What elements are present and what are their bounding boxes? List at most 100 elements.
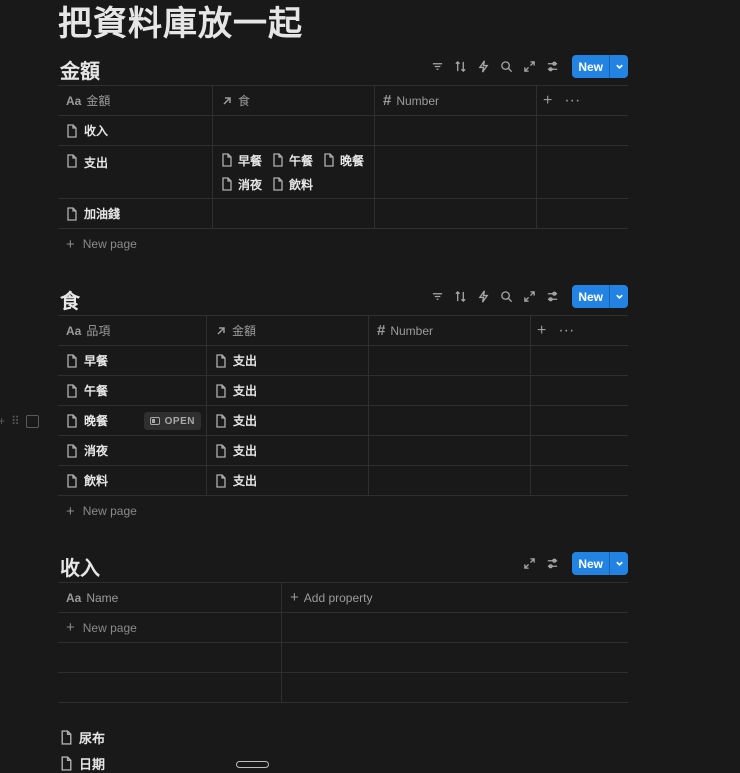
new-page-button[interactable]: + New page [58, 613, 282, 642]
number-cell[interactable] [375, 199, 537, 228]
relation-chip[interactable]: 支出 [233, 472, 257, 489]
scroll-indicator[interactable] [236, 761, 269, 768]
table-row[interactable]: 消夜 支出 [58, 436, 628, 466]
chevron-down-icon[interactable] [610, 552, 628, 575]
drag-handle-icon[interactable]: ⠿ [11, 414, 20, 428]
page-icon [215, 353, 227, 368]
sort-icon[interactable] [449, 285, 472, 308]
table-row-hovered[interactable]: + ⠿ 晚餐 OPEN 支出 [0, 406, 628, 436]
number-cell[interactable] [369, 436, 531, 465]
column-header-relation[interactable]: 金額 [207, 316, 369, 345]
relation-cell[interactable]: 支出 [207, 346, 369, 375]
number-cell[interactable] [375, 146, 537, 198]
relation-chip[interactable]: 早餐 [221, 152, 262, 169]
page-icon [215, 443, 227, 458]
table-row[interactable]: 收入 [58, 116, 628, 146]
add-column-icon[interactable]: + [537, 322, 546, 340]
subpage-link[interactable]: 日期 [60, 754, 105, 773]
relation-chip[interactable]: 支出 [233, 412, 257, 429]
add-column-icon[interactable]: + [543, 92, 552, 110]
new-page-label: New page [82, 237, 137, 251]
table-row[interactable]: 飲料 支出 [58, 466, 628, 496]
number-cell[interactable] [369, 466, 531, 495]
sliders-icon[interactable] [541, 552, 564, 575]
column-header-number[interactable]: # Number [369, 316, 531, 345]
column-label: Number [396, 93, 440, 108]
column-header-title[interactable]: Aa 金額 [58, 86, 213, 115]
more-icon[interactable]: ··· [558, 322, 574, 340]
title-cell[interactable]: 消夜 [58, 436, 207, 465]
db-title[interactable]: 食 [60, 285, 80, 314]
relation-cell[interactable]: 早餐 午餐 晚餐 消夜 飲料 [213, 146, 375, 198]
column-header-title[interactable]: Aa 品項 [58, 316, 207, 345]
sliders-icon[interactable] [541, 285, 564, 308]
add-property-button[interactable]: + Add property [282, 583, 628, 612]
add-row-icon[interactable]: + [0, 414, 5, 428]
sort-icon[interactable] [449, 55, 472, 78]
table-row[interactable]: 加油錢 [58, 199, 628, 229]
new-page-button[interactable]: + New page [58, 496, 628, 526]
sliders-icon[interactable] [541, 55, 564, 78]
lightning-icon[interactable] [472, 285, 495, 308]
db-title[interactable]: 金額 [60, 55, 100, 84]
page-icon [215, 413, 227, 428]
relation-cell[interactable]: 支出 [207, 406, 369, 435]
expand-icon[interactable] [518, 55, 541, 78]
lightning-icon[interactable] [472, 55, 495, 78]
chevron-down-icon[interactable] [610, 285, 628, 308]
title-cell[interactable]: 早餐 [58, 346, 207, 375]
new-page-button[interactable]: + New page [58, 229, 628, 259]
relation-arrow-icon [215, 325, 227, 337]
row-checkbox[interactable] [25, 414, 39, 428]
relation-chip[interactable]: 支出 [233, 442, 257, 459]
open-page-button[interactable]: OPEN [143, 412, 201, 430]
number-cell[interactable] [369, 346, 531, 375]
column-header-number[interactable]: # Number [375, 86, 537, 115]
relation-cell[interactable]: 支出 [207, 466, 369, 495]
number-cell[interactable] [375, 116, 537, 145]
table-row[interactable]: 午餐 支出 [58, 376, 628, 406]
expand-icon[interactable] [518, 552, 541, 575]
new-page-row[interactable]: + New page [58, 613, 628, 643]
relation-chip[interactable]: 晚餐 [323, 152, 364, 169]
title-cell[interactable]: 加油錢 [58, 199, 213, 228]
filter-icon[interactable] [426, 285, 449, 308]
subpage-link[interactable]: 尿布 [60, 728, 105, 747]
column-header-title[interactable]: Aa Name [58, 583, 282, 612]
filter-icon[interactable] [426, 55, 449, 78]
title-cell[interactable]: 收入 [58, 116, 213, 145]
header-row: Aa Name + Add property [58, 583, 628, 613]
relation-cell[interactable] [213, 116, 375, 145]
search-icon[interactable] [495, 55, 518, 78]
new-button[interactable]: New [572, 285, 628, 308]
number-cell[interactable] [369, 406, 531, 435]
table-row[interactable]: 支出 早餐 午餐 晚餐 消夜 飲料 [58, 146, 628, 199]
new-button-label[interactable]: New [572, 285, 610, 308]
relation-chip[interactable]: 支出 [233, 352, 257, 369]
table-row[interactable]: 早餐 支出 [58, 346, 628, 376]
empty-cell [531, 406, 628, 435]
column-header-relation[interactable]: 食 [213, 86, 375, 115]
title-cell[interactable]: 午餐 [58, 376, 207, 405]
new-button[interactable]: New [572, 552, 628, 575]
relation-chip[interactable]: 飲料 [272, 176, 313, 193]
title-cell[interactable]: 支出 [58, 146, 213, 198]
more-icon[interactable]: ··· [564, 92, 580, 110]
title-cell[interactable]: 晚餐 OPEN [58, 406, 207, 435]
title-cell[interactable]: 飲料 [58, 466, 207, 495]
search-icon[interactable] [495, 285, 518, 308]
new-button-label[interactable]: New [572, 552, 610, 575]
add-column-controls: + ··· [531, 316, 628, 345]
db-title[interactable]: 收入 [60, 552, 100, 581]
relation-chip[interactable]: 午餐 [272, 152, 313, 169]
relation-cell[interactable] [213, 199, 375, 228]
relation-chip[interactable]: 支出 [233, 382, 257, 399]
relation-cell[interactable]: 支出 [207, 376, 369, 405]
expand-icon[interactable] [518, 285, 541, 308]
new-button[interactable]: New [572, 55, 628, 78]
relation-chip[interactable]: 消夜 [221, 176, 262, 193]
number-cell[interactable] [369, 376, 531, 405]
chevron-down-icon[interactable] [610, 55, 628, 78]
new-button-label[interactable]: New [572, 55, 610, 78]
relation-cell[interactable]: 支出 [207, 436, 369, 465]
